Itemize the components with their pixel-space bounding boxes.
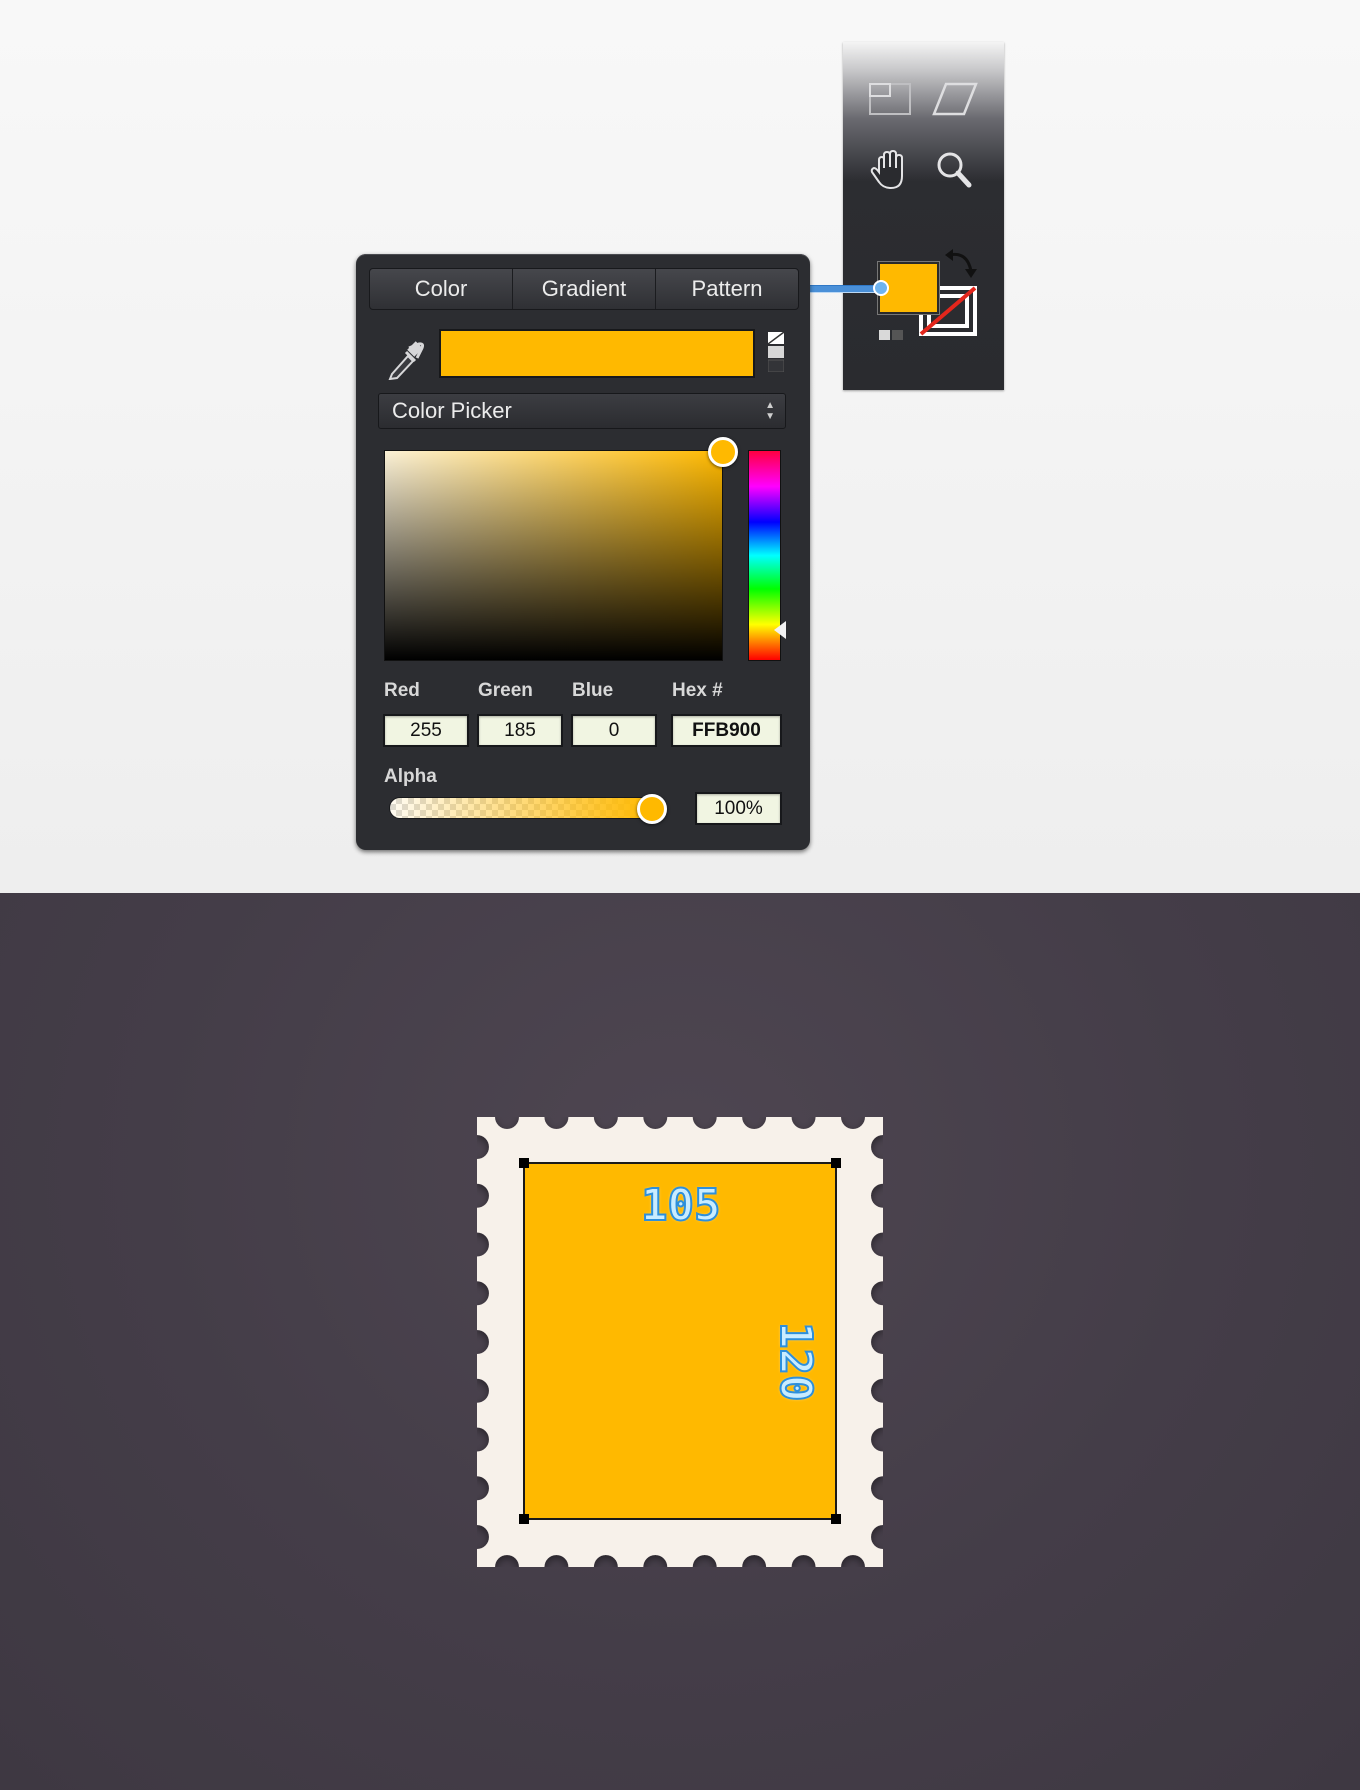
blue-field[interactable]: 0 — [571, 714, 657, 747]
tab-gradient[interactable]: Gradient — [513, 269, 656, 309]
resize-handle-top-right[interactable] — [831, 1158, 841, 1168]
skew-icon[interactable] — [930, 78, 980, 122]
connector-handle — [873, 280, 889, 296]
picker-mode-select[interactable]: Color Picker ▲ ▼ — [378, 393, 786, 429]
hex-field[interactable]: FFB900 — [671, 714, 782, 747]
hex-label: Hex # — [672, 680, 723, 701]
height-dimension-label: 120 — [769, 1321, 822, 1402]
alpha-field[interactable]: 100% — [695, 792, 782, 825]
tab-color[interactable]: Color — [370, 269, 513, 309]
red-field[interactable]: 255 — [383, 714, 469, 747]
swap-icon[interactable] — [943, 247, 977, 279]
tab-pattern[interactable]: Pattern — [656, 269, 798, 309]
resize-handle-bottom-left[interactable] — [519, 1514, 529, 1524]
blue-label: Blue — [572, 680, 614, 701]
selection-box[interactable]: 105 120 — [519, 1158, 841, 1524]
resize-handle-top-left[interactable] — [519, 1158, 529, 1168]
tools-toolbar — [843, 42, 1004, 390]
width-dimension-label: 105 — [640, 1179, 721, 1232]
resize-handle-bottom-right[interactable] — [831, 1514, 841, 1524]
zoom-icon[interactable] — [930, 148, 980, 192]
red-label: Red — [384, 680, 420, 701]
color-panel: Color Gradient Pattern Color Picker ▲ ▼ R… — [356, 254, 810, 850]
green-field[interactable]: 185 — [477, 714, 563, 747]
alpha-label: Alpha — [384, 766, 437, 787]
hand-icon[interactable] — [865, 148, 915, 192]
alpha-handle[interactable] — [637, 794, 667, 824]
swatch-history[interactable] — [767, 331, 785, 373]
transform-icon[interactable] — [865, 78, 915, 122]
green-label: Green — [478, 680, 533, 701]
eyedropper-icon[interactable] — [384, 334, 426, 381]
default-colors-icon[interactable] — [879, 328, 905, 340]
color-preview — [439, 329, 755, 378]
saturation-brightness-field[interactable] — [384, 450, 723, 661]
saturation-brightness-handle[interactable] — [708, 437, 738, 467]
postage-stamp[interactable]: 105 120 — [477, 1117, 883, 1567]
alpha-slider[interactable] — [389, 797, 654, 819]
swatch-connector — [806, 285, 880, 293]
fill-type-tabs: Color Gradient Pattern — [369, 268, 799, 310]
hue-marker[interactable] — [774, 621, 786, 639]
select-arrows-icon: ▲ ▼ — [765, 400, 775, 422]
picker-mode-label: Color Picker — [392, 398, 512, 423]
